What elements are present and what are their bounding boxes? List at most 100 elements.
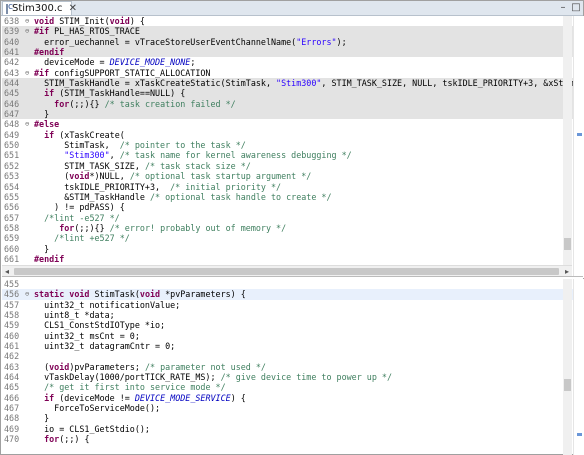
code-line[interactable]: 461 uint32_t datagramCntr = 0; (2, 341, 583, 351)
line-number: 648 (4, 119, 20, 130)
occurrence-marker[interactable] (577, 133, 582, 136)
vertical-scrollbar-top[interactable] (563, 16, 572, 267)
editor-tab-bar: Stim300.c ✕ – □ (1, 1, 583, 16)
code-token: )pvParameters; (69, 361, 145, 372)
code-line[interactable]: 647 } (2, 109, 583, 120)
code-line[interactable]: 459 CLS1_ConstStdIOType *io; (2, 320, 583, 330)
code-token: vTaskDelay(1000/portTICK_RATE_MS); (34, 372, 221, 383)
code-line[interactable]: 470 for(;;) { (2, 434, 583, 444)
code-line[interactable]: 652 STIM_TASK_SIZE, /* task stack size *… (2, 161, 583, 171)
code-line[interactable]: 644 STIM_TaskHandle = xTaskCreateStatic(… (2, 78, 583, 89)
code-line[interactable]: 641 #endif (2, 47, 583, 58)
code-line[interactable]: 650 StimTask, /* pointer to the task */ (2, 140, 583, 150)
code-line[interactable]: 455 (2, 279, 583, 289)
editor-window: Stim300.c ✕ – □ 638⊖void STIM_Init(void)… (0, 0, 584, 455)
code-line[interactable]: 462 (2, 351, 583, 361)
line-number: 647 (4, 109, 20, 120)
code-line[interactable]: 648 ⊖ #else (2, 119, 583, 129)
code-line[interactable]: 458 uint8_t *data; (2, 310, 583, 320)
line-number: 659 (4, 233, 20, 244)
code-line[interactable]: 658 for(;;){} /* error! probably out of … (2, 223, 583, 233)
minimize-icon[interactable]: – (557, 2, 569, 13)
code-line[interactable]: 659 /*lint +e527 */ (2, 233, 583, 243)
code-token: for (54, 98, 70, 109)
line-number: 467 (4, 403, 20, 414)
line-number: 457 (4, 299, 20, 310)
code-token: /* task stack size */ (144, 160, 251, 171)
code-token: /* parameter not used */ (144, 361, 266, 372)
code-text: "Stim300", /* task name for kernel aware… (34, 150, 351, 160)
code-line[interactable]: 638 ⊖ void STIM_Init(void) { (2, 16, 583, 26)
code-token: DEVICE_MODE_SERVICE (134, 392, 231, 403)
code-line[interactable]: 654 tskIDLE_PRIORITY+3, /* initial prior… (2, 182, 583, 192)
scroll-thumb[interactable] (564, 379, 571, 391)
line-number: 459 (4, 320, 20, 331)
code-line[interactable]: 640 error_uechannel = vTraceStoreUserEve… (2, 36, 583, 48)
code-token: void (69, 171, 90, 182)
code-line[interactable]: 463 (void)pvParameters; /* parameter not… (2, 362, 583, 372)
line-number: 646 (4, 98, 20, 109)
editor-pane-bottom[interactable]: 455 456 ⊖ static void StimTask(void *pvPara… (2, 279, 583, 455)
code-line[interactable]: 660 } (2, 244, 583, 254)
line-number: 460 (4, 330, 20, 341)
line-number: 658 (4, 222, 20, 233)
code-line[interactable]: 466 if (deviceMode != DEVICE_MODE_SERVIC… (2, 393, 583, 403)
code-line[interactable]: 649 if (xTaskCreate( (2, 130, 583, 140)
code-line[interactable]: 456 ⊖ static void StimTask(void *pvParamet… (2, 289, 583, 300)
code-line[interactable]: 645 if (STIM_TaskHandle==NULL) { (2, 88, 583, 99)
code-line[interactable]: 657 /*lint -e527 */ (2, 213, 583, 223)
code-line[interactable]: 661 #endif (2, 254, 583, 264)
code-line[interactable]: 465 /* get it first into service mode */ (2, 382, 583, 392)
code-token: #if (34, 26, 55, 37)
code-line[interactable]: 464 vTaskDelay(1000/portTICK_RATE_MS); /… (2, 372, 583, 382)
code-line[interactable]: 646 for(;;){} /* task creation failed */ (2, 98, 583, 110)
code-line[interactable]: 651 "Stim300", /* task name for kernel a… (2, 150, 583, 160)
line-number: 458 (4, 310, 20, 321)
code-line[interactable]: 639 ⊖ #if PL_HAS_RTOS_TRACE (2, 26, 583, 37)
tab-stim300-c[interactable]: Stim300.c ✕ (2, 1, 77, 15)
code-text: /*lint -e527 */ (34, 213, 120, 223)
scroll-thumb[interactable] (14, 268, 559, 275)
scroll-thumb[interactable] (564, 238, 571, 250)
code-token: "Errors" (296, 36, 337, 47)
code-text: ForceToServiceMode(); (34, 403, 160, 413)
code-token: (;;){} (69, 98, 105, 109)
code-line[interactable]: 468 } (2, 413, 583, 423)
code-line[interactable]: 642 deviceMode = DEVICE_MODE_NONE; (2, 57, 583, 67)
code-text: if (STIM_TaskHandle==NULL) { (34, 88, 185, 98)
code-line[interactable]: 457 uint32_t notificationValue; (2, 300, 583, 310)
close-icon[interactable]: ✕ (69, 3, 77, 14)
code-line[interactable]: 643 ⊖ #if configSUPPORT_STATIC_ALLOCATION (2, 68, 583, 78)
code-token: PL_HAS_RTOS_TRACE (54, 26, 140, 37)
editor-pane-top[interactable]: 638 ⊖ void STIM_Init(void) {639 ⊖ #if PL_HAS… (2, 16, 583, 267)
fold-toggle-icon[interactable]: ⊖ (25, 26, 33, 36)
maximize-icon[interactable]: □ (570, 2, 582, 13)
overview-ruler-bottom[interactable] (573, 279, 584, 455)
code-line[interactable]: 467 ForceToServiceMode(); (2, 403, 583, 413)
code-token: /* optional task startup argument */ (129, 171, 312, 182)
code-token: , STIM_TASK_SIZE, NULL, tskIDLE_PRIORITY… (321, 78, 583, 89)
overview-ruler-top[interactable] (573, 16, 584, 278)
occurrence-marker[interactable] (577, 433, 582, 436)
code-line[interactable]: 469 io = CLS1_GetStdio(); (2, 424, 583, 434)
code-token: STIM_TASK_SIZE, (34, 160, 145, 171)
code-line[interactable]: 656 ) != pdPASS) { (2, 202, 583, 212)
code-line[interactable]: 653 (void*)NULL, /* optional task startu… (2, 171, 583, 181)
code-text: for(;;) { (34, 434, 89, 444)
line-number: 653 (4, 171, 20, 182)
vertical-scrollbar-bottom[interactable] (563, 279, 572, 455)
fold-toggle-icon[interactable]: ⊖ (25, 68, 33, 78)
code-text: } (34, 109, 49, 119)
code-token: StimTask, (34, 140, 120, 151)
fold-toggle-icon[interactable]: ⊖ (25, 289, 33, 299)
code-token: ( (34, 361, 50, 372)
code-token: /* pointer to the task */ (119, 140, 246, 151)
line-number: 639 (4, 26, 20, 37)
code-line[interactable]: 655 &STIM_TaskHandle /* optional task ha… (2, 192, 583, 202)
fold-toggle-icon[interactable]: ⊖ (25, 119, 33, 129)
code-line[interactable]: 460 uint32_t msCnt = 0; (2, 331, 583, 341)
fold-toggle-icon[interactable]: ⊖ (25, 16, 33, 26)
